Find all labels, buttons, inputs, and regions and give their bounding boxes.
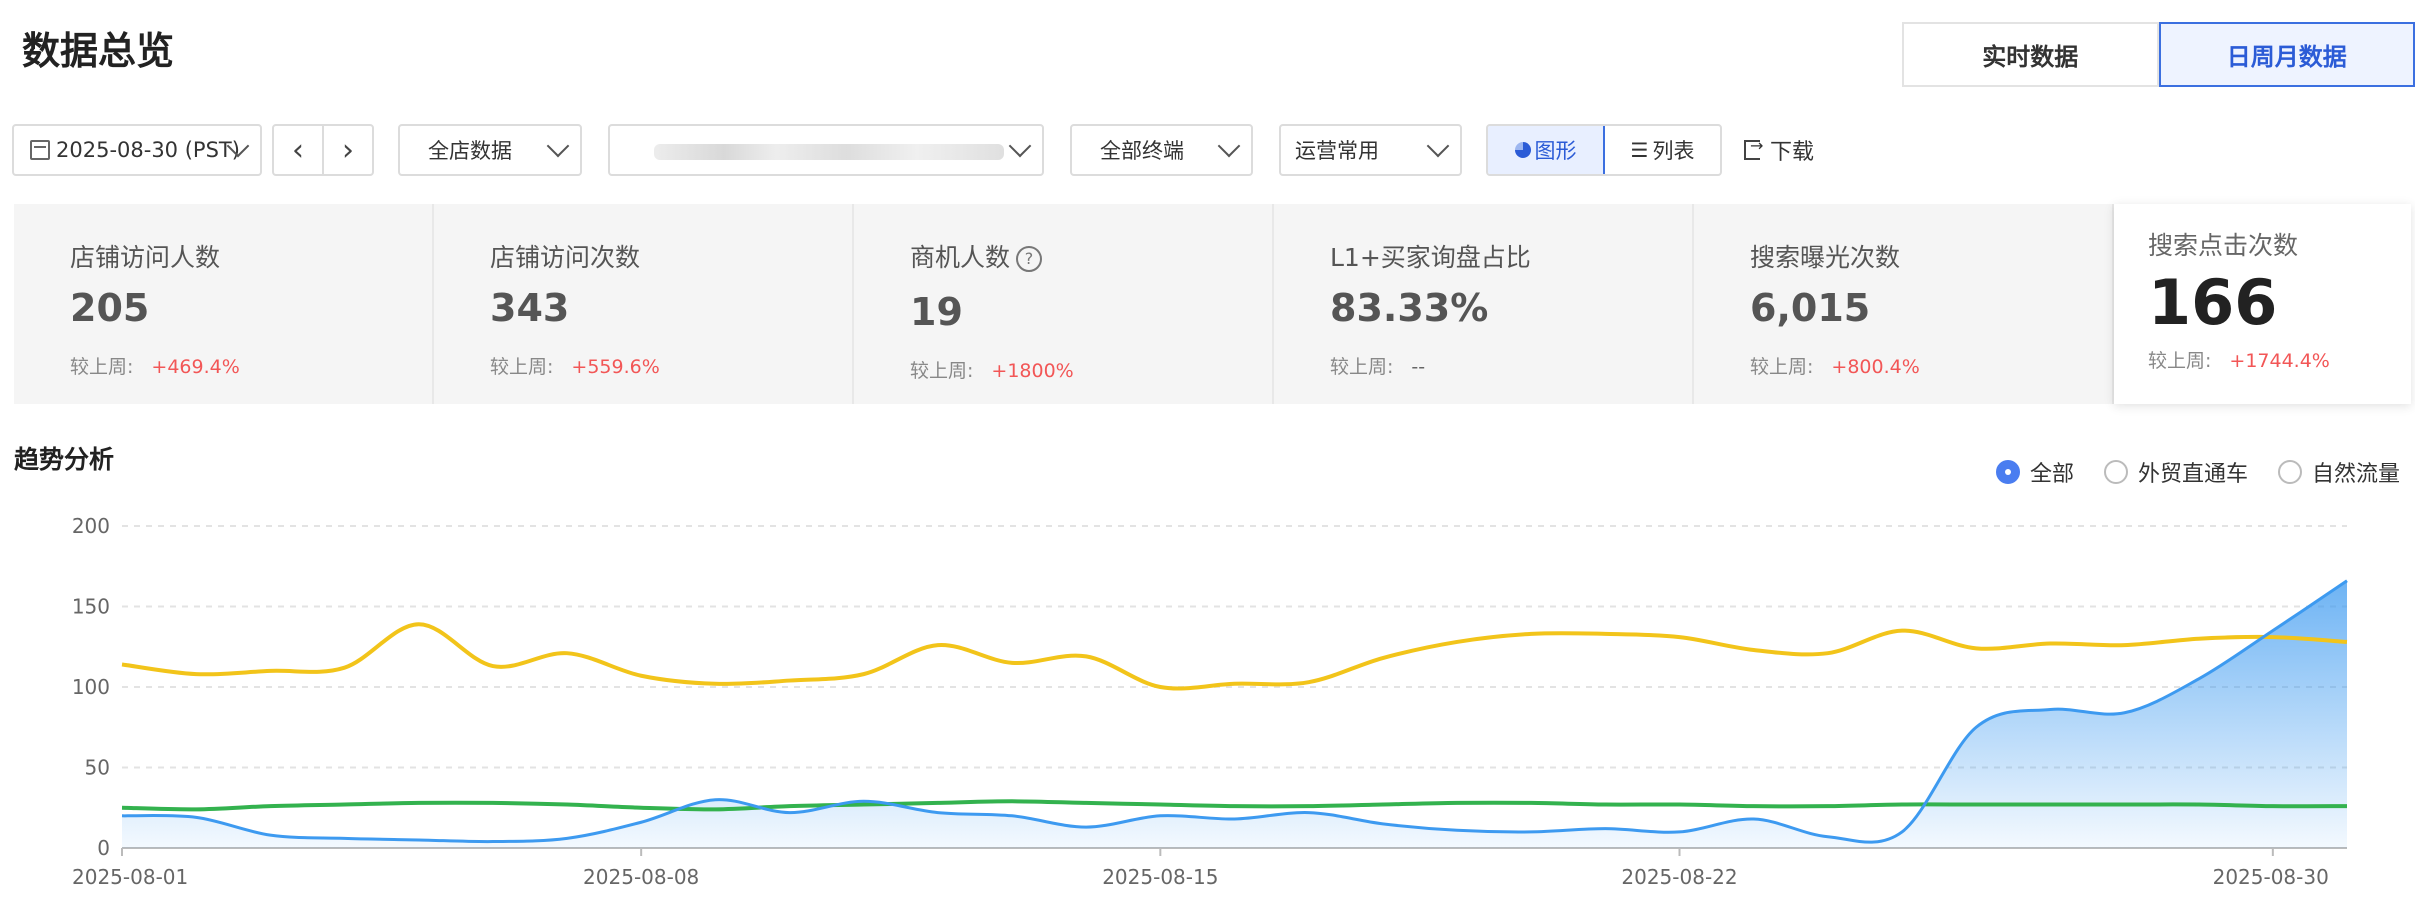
metric-compare: 较上周: +800.4% xyxy=(1750,356,1920,378)
download-button[interactable]: 下载 xyxy=(1744,134,1814,166)
download-label: 下载 xyxy=(1770,140,1815,165)
metric-label: 店铺访问人数 xyxy=(70,243,221,272)
metric-card-search-impressions[interactable]: 搜索曝光次数 6,015 较上周: +800.4% xyxy=(1694,204,2114,404)
y-tick-label: 100 xyxy=(72,675,110,699)
metric-group-select[interactable]: 运营常用 xyxy=(1279,124,1462,176)
radio-icon xyxy=(2104,460,2129,484)
chevron-right-icon: › xyxy=(342,132,354,168)
filter-organic[interactable]: 自然流量 xyxy=(2278,456,2400,488)
terminal-select[interactable]: 全部终端 xyxy=(1070,124,1253,176)
y-tick-label: 200 xyxy=(72,514,110,538)
metric-value: 343 xyxy=(490,286,570,330)
view-chart-button[interactable]: 图形 xyxy=(1488,126,1605,174)
metric-card-store-visitors[interactable]: 店铺访问人数 205 较上周: +469.4% xyxy=(14,204,434,404)
prev-day-button[interactable]: ‹ xyxy=(274,126,322,174)
metric-value: 19 xyxy=(910,290,963,334)
product-select[interactable] xyxy=(608,124,1044,176)
store-select[interactable]: 全店数据 xyxy=(398,124,582,176)
calendar-icon xyxy=(30,140,50,160)
metric-label: 商机人数? xyxy=(910,238,1043,274)
toolbar: 2025-08-30 (PST) ‹ › 全店数据 全部终端 运营常用 图形 ☰… xyxy=(0,124,2415,176)
metric-value: 6,015 xyxy=(1750,286,1871,330)
metric-compare: 较上周: +469.4% xyxy=(70,356,240,378)
series-line-0[interactable] xyxy=(121,622,2348,691)
x-tick-label: 2025-08-01 xyxy=(72,865,188,889)
help-icon[interactable]: ? xyxy=(1016,246,1043,272)
chevron-down-icon xyxy=(1426,134,1450,158)
chevron-down-icon xyxy=(546,134,570,158)
store-select-value: 全店数据 xyxy=(428,139,512,163)
metric-compare: 较上周: +1744.4% xyxy=(2148,350,2330,372)
metric-group-value: 运营常用 xyxy=(1295,139,1379,163)
chevron-left-icon: ‹ xyxy=(292,132,304,168)
metric-label: L1+买家询盘占比 xyxy=(1330,243,1531,272)
y-tick-label: 0 xyxy=(97,836,110,860)
trend-chart[interactable]: 0 50 100 150 200 2025-08-01 2025-08-08 2025-08-… xyxy=(0,500,2415,900)
x-tick-label: 2025-08-22 xyxy=(1621,865,1737,889)
metric-cards: 店铺访问人数 205 较上周: +469.4% 店铺访问次数 343 较上周: +5… xyxy=(14,204,2415,404)
terminal-select-value: 全部终端 xyxy=(1100,139,1184,163)
metric-card-l1-inquiry-ratio[interactable]: L1+买家询盘占比 83.33% 较上周: -- xyxy=(1274,204,1694,404)
metric-compare: 较上周: +559.6% xyxy=(490,356,660,378)
filter-label: 自然流量 xyxy=(2312,462,2401,487)
date-picker[interactable]: 2025-08-30 (PST) xyxy=(12,124,262,176)
chevron-down-icon xyxy=(1008,134,1032,158)
next-day-button[interactable]: › xyxy=(322,126,372,174)
x-tick-label: 2025-08-30 xyxy=(2213,865,2329,889)
y-tick-label: 50 xyxy=(85,756,110,780)
redacted-value xyxy=(654,144,1004,160)
x-tick-label: 2025-08-15 xyxy=(1102,865,1218,889)
filter-paid-ads[interactable]: 外贸直通车 xyxy=(2104,456,2248,488)
date-value: 2025-08-30 (PST) xyxy=(56,138,240,162)
traffic-source-filter: 全部 外贸直通车 自然流量 xyxy=(1996,456,2400,488)
metric-label: 店铺访问次数 xyxy=(490,243,641,272)
metric-value: 166 xyxy=(2148,266,2278,339)
radio-selected-icon xyxy=(1996,460,2020,484)
metric-card-store-visits[interactable]: 店铺访问次数 343 较上周: +559.6% xyxy=(434,204,854,404)
metric-label: 搜索曝光次数 xyxy=(1750,243,1901,272)
date-nav: ‹ › xyxy=(272,124,374,176)
metric-card-leads[interactable]: 商机人数? 19 较上周: +1800% xyxy=(854,204,1274,404)
tab-daily-weekly-monthly[interactable]: 日周月数据 xyxy=(2158,22,2415,87)
filter-label: 外贸直通车 xyxy=(2138,462,2249,487)
metric-card-search-clicks[interactable]: 搜索点击次数 166 较上周: +1744.4% xyxy=(2114,204,2411,404)
metric-value: 205 xyxy=(70,286,150,330)
metric-value: 83.33% xyxy=(1330,286,1489,330)
page-title: 数据总览 xyxy=(22,29,175,73)
metric-compare: 较上周: +1800% xyxy=(910,360,1074,382)
y-tick-label: 150 xyxy=(72,595,110,619)
view-chart-label: 图形 xyxy=(1534,139,1577,163)
metric-label: 搜索点击次数 xyxy=(2148,231,2299,260)
trend-title: 趋势分析 xyxy=(14,445,115,474)
list-icon: ☰ xyxy=(1630,138,1649,162)
view-toggle: 图形 ☰ 列表 xyxy=(1486,124,1722,176)
x-tick-label: 2025-08-08 xyxy=(583,865,699,889)
tab-realtime[interactable]: 实时数据 xyxy=(1902,22,2159,87)
export-icon xyxy=(1744,136,1763,160)
radio-icon xyxy=(2278,460,2303,484)
mode-tabs: 实时数据 日周月数据 xyxy=(1902,22,2415,87)
view-list-button[interactable]: ☰ 列表 xyxy=(1605,126,1720,174)
filter-all[interactable]: 全部 xyxy=(1996,456,2074,488)
filter-label: 全部 xyxy=(2030,462,2075,487)
pie-chart-icon xyxy=(1514,142,1531,158)
view-list-label: 列表 xyxy=(1652,139,1695,163)
metric-compare: 较上周: -- xyxy=(1330,356,1426,378)
chevron-down-icon xyxy=(1217,134,1241,158)
